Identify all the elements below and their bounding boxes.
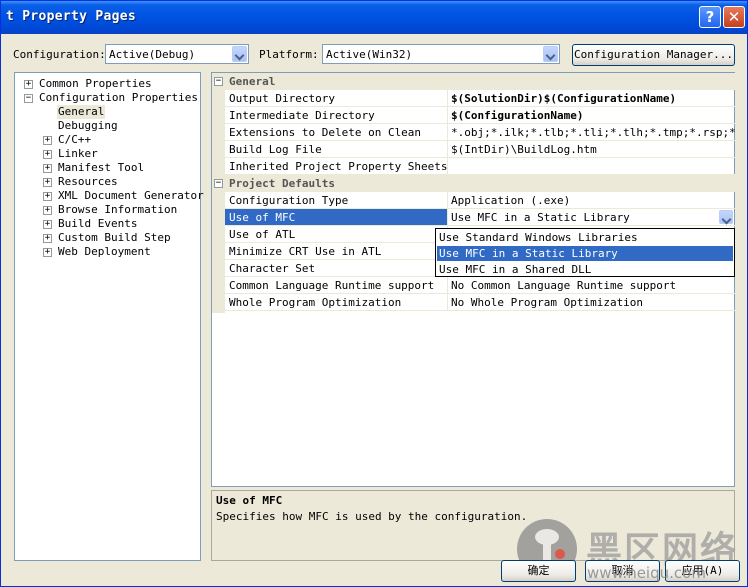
property-row[interactable]: Whole Program Optimization No Whole Progr… <box>225 294 735 311</box>
window-title: t Property Pages <box>6 9 137 24</box>
chevron-down-icon[interactable] <box>543 46 558 62</box>
dropdown-option[interactable]: Use MFC in a Shared DLL <box>437 262 733 277</box>
tree-item-web-deployment[interactable]: Web Deployment <box>58 245 151 259</box>
expand-icon[interactable]: + <box>43 234 52 243</box>
configuration-manager-button[interactable]: Configuration Manager... <box>572 44 735 66</box>
ok-button[interactable]: 确定 <box>501 560 576 582</box>
tree-item-browse-information[interactable]: Browse Information <box>58 203 177 217</box>
property-row[interactable]: Output Directory $(SolutionDir)$(Configur… <box>225 90 735 107</box>
configuration-value: Active(Debug) <box>109 48 196 61</box>
collapse-icon[interactable]: − <box>214 179 223 188</box>
property-name: Extensions to Delete on Clean <box>229 126 422 139</box>
configuration-label: Configuration: <box>13 48 106 61</box>
expand-icon[interactable]: + <box>43 192 52 201</box>
property-row[interactable]: Configuration Type Application (.exe) <box>225 192 735 209</box>
watermark-url: www.heiqu.com <box>587 564 706 582</box>
dropdown-option[interactable]: Use Standard Windows Libraries <box>437 230 733 245</box>
property-value: Application (.exe) <box>451 194 571 207</box>
property-name: Common Language Runtime support <box>229 279 435 292</box>
grid-margin <box>212 73 225 313</box>
property-grid[interactable]: − General Output Directory $(SolutionDir)… <box>211 72 735 487</box>
property-name: Inherited Project Property Sheets <box>229 160 448 173</box>
property-row-selected[interactable]: Use of MFC Use MFC in a Static Library <box>225 209 735 226</box>
property-value: $(ConfigurationName) <box>451 109 584 122</box>
tree-item-debugging[interactable]: Debugging <box>58 119 118 133</box>
tree-item-cpp[interactable]: C/C++ <box>58 133 91 147</box>
property-tree[interactable]: + Common Properties − Configuration Prop… <box>14 72 204 561</box>
category-general[interactable]: − General <box>212 73 735 90</box>
close-button[interactable]: ✕ <box>723 6 745 28</box>
dropdown-option-selected[interactable]: Use MFC in a Static Library <box>436 245 734 262</box>
property-row[interactable]: Extensions to Delete on Clean *.obj;*.ilk… <box>225 124 735 141</box>
collapse-icon[interactable]: − <box>214 77 223 86</box>
tree-item-common-properties[interactable]: Common Properties <box>39 77 152 91</box>
description-title: Use of MFC <box>216 494 283 507</box>
property-row[interactable]: Common Language Runtime support No Common… <box>225 277 735 294</box>
property-row[interactable]: Inherited Project Property Sheets <box>225 158 735 175</box>
title-bar[interactable]: t Property Pages ? ✕ <box>1 1 747 34</box>
property-name: Whole Program Optimization <box>229 296 402 309</box>
expand-icon[interactable]: + <box>43 206 52 215</box>
property-value: *.obj;*.ilk;*.tlb;*.tli;*.tlh;*.tmp;*.rs… <box>451 126 735 139</box>
property-row[interactable]: Build Log File $(IntDir)\BuildLog.htm <box>225 141 735 158</box>
property-name: Use of ATL <box>229 228 296 241</box>
expand-icon[interactable]: + <box>43 178 52 187</box>
configuration-select[interactable]: Active(Debug) <box>105 44 249 64</box>
tree-item-resources[interactable]: Resources <box>58 175 118 189</box>
expand-icon[interactable]: + <box>24 80 33 89</box>
property-name: Configuration Type <box>229 194 349 207</box>
tree-item-manifest-tool[interactable]: Manifest Tool <box>58 161 144 175</box>
property-value: $(IntDir)\BuildLog.htm <box>451 143 597 156</box>
property-name: Character Set <box>229 262 316 275</box>
help-button[interactable]: ? <box>699 6 721 28</box>
platform-select[interactable]: Active(Win32) <box>322 44 560 64</box>
property-name: Minimize CRT Use in ATL <box>229 245 382 258</box>
property-value: No Common Language Runtime support <box>451 279 677 292</box>
collapse-icon[interactable]: − <box>24 94 33 103</box>
property-name: Output Directory <box>229 92 335 105</box>
tree-item-configuration-properties[interactable]: Configuration Properties <box>39 91 198 105</box>
use-of-mfc-dropdown-list[interactable]: Use Standard Windows Libraries Use MFC i… <box>435 228 735 277</box>
expand-icon[interactable]: + <box>43 150 52 159</box>
description-text: Specifies how MFC is used by the configu… <box>216 510 528 523</box>
property-pages-window: t Property Pages ? ✕ Configuration: Acti… <box>0 0 748 587</box>
property-value: $(SolutionDir)$(ConfigurationName) <box>451 92 677 105</box>
tree-item-custom-build-step[interactable]: Custom Build Step <box>58 231 171 245</box>
property-name: Build Log File <box>229 143 322 156</box>
tree-item-general[interactable]: General <box>57 105 106 119</box>
category-title: General <box>229 75 276 88</box>
property-name: Use of MFC <box>225 209 447 225</box>
chevron-down-icon[interactable] <box>232 46 247 62</box>
tree-item-linker[interactable]: Linker <box>58 147 98 161</box>
expand-icon[interactable]: + <box>43 248 52 257</box>
platform-label: Platform: <box>259 48 319 61</box>
expand-icon[interactable]: + <box>43 220 52 229</box>
property-row[interactable]: Intermediate Directory $(ConfigurationNam… <box>225 107 735 124</box>
category-title: Project Defaults <box>229 177 335 190</box>
platform-value: Active(Win32) <box>326 48 413 61</box>
property-value: No Whole Program Optimization <box>451 296 644 309</box>
property-name: Intermediate Directory <box>229 109 375 122</box>
property-value: Use MFC in a Static Library <box>451 211 630 224</box>
expand-icon[interactable]: + <box>43 136 52 145</box>
category-project-defaults[interactable]: − Project Defaults <box>212 175 735 192</box>
tree-item-build-events[interactable]: Build Events <box>58 217 137 231</box>
expand-icon[interactable]: + <box>43 164 52 173</box>
chevron-down-icon[interactable] <box>719 210 733 224</box>
tree-item-xml-document-generator[interactable]: XML Document Generator <box>58 189 204 203</box>
